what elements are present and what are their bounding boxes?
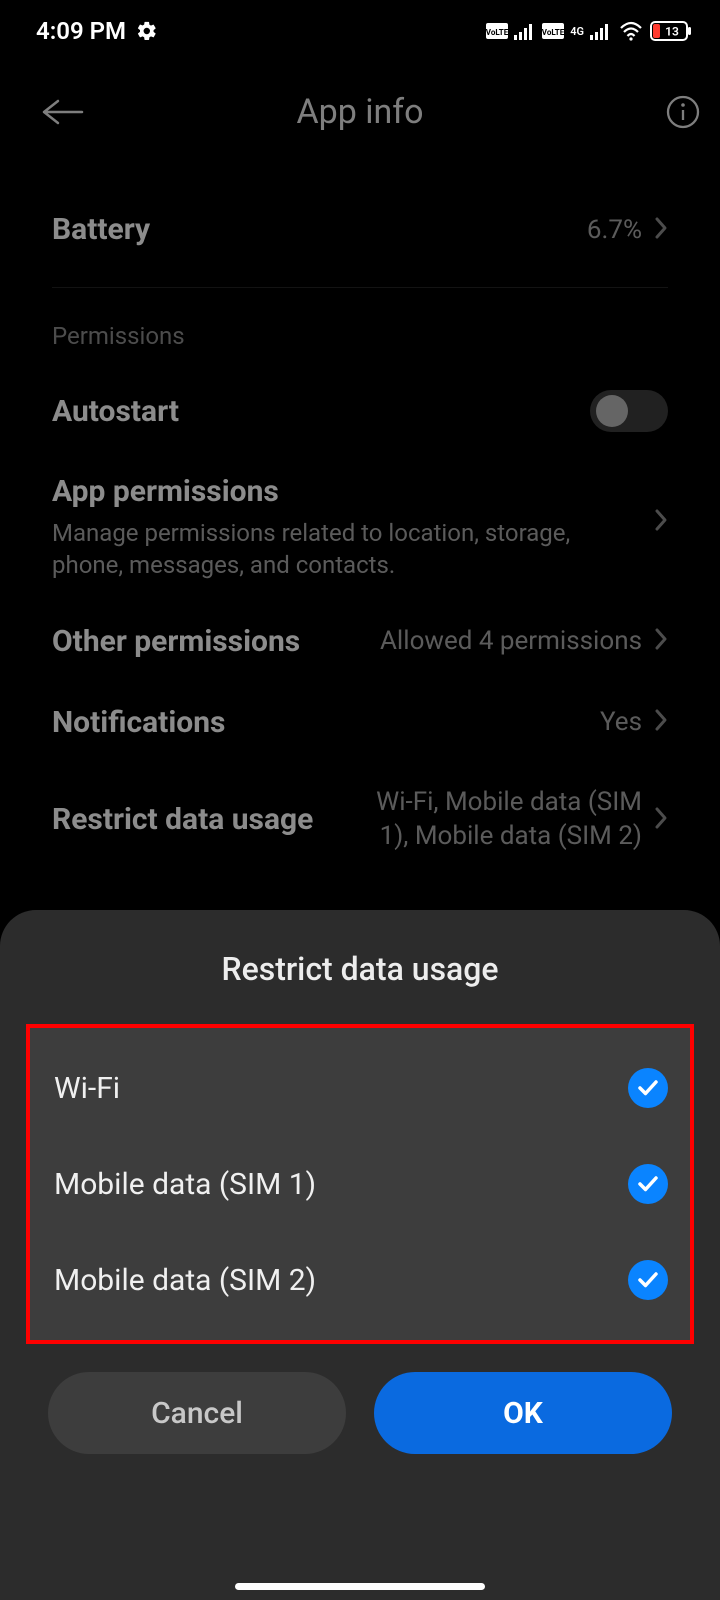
battery-label: Battery	[52, 212, 150, 247]
info-button[interactable]	[650, 95, 700, 129]
other-permissions-value: Allowed 4 permissions	[380, 626, 642, 656]
option-wifi[interactable]: Wi-Fi	[30, 1040, 690, 1136]
status-bar: 4:09 PM VoLTE VoLTE 4G 13	[0, 0, 720, 62]
option-sim1[interactable]: Mobile data (SIM 1)	[30, 1136, 690, 1232]
wifi-icon	[618, 21, 644, 41]
row-notifications[interactable]: Notifications Yes	[52, 705, 668, 740]
ok-button[interactable]: OK	[374, 1372, 672, 1454]
app-permissions-label: App permissions	[52, 474, 636, 509]
other-permissions-label: Other permissions	[52, 624, 300, 659]
row-restrict-data[interactable]: Restrict data usage Wi-Fi, Mobile data (…	[52, 786, 668, 854]
restrict-data-dialog: Restrict data usage Wi-Fi Mobile data (S…	[0, 910, 720, 1600]
autostart-label: Autostart	[52, 394, 179, 429]
chevron-right-icon	[654, 508, 668, 536]
settings-list: Battery 6.7% Permissions Autostart App p…	[0, 162, 720, 853]
volte-icon: VoLTE	[486, 23, 508, 39]
app-permissions-sub: Manage permissions related to location, …	[52, 517, 636, 582]
option-label: Mobile data (SIM 2)	[54, 1263, 316, 1298]
chevron-right-icon	[654, 216, 668, 244]
page-title: App info	[70, 92, 650, 132]
ok-label: OK	[503, 1396, 543, 1431]
row-autostart[interactable]: Autostart	[52, 390, 668, 432]
row-app-permissions[interactable]: App permissions Manage permissions relat…	[52, 474, 668, 582]
dialog-options-highlight: Wi-Fi Mobile data (SIM 1) Mobile data (S…	[26, 1024, 694, 1344]
row-other-permissions[interactable]: Other permissions Allowed 4 permissions	[52, 624, 668, 659]
chevron-right-icon	[654, 806, 668, 834]
battery-percent-text: 13	[665, 25, 679, 39]
battery-value: 6.7%	[587, 215, 642, 245]
title-bar: App info	[0, 62, 720, 162]
volte-icon-2: VoLTE	[542, 23, 564, 39]
option-label: Wi-Fi	[54, 1071, 120, 1106]
notifications-value: Yes	[600, 707, 642, 737]
check-icon	[628, 1260, 668, 1300]
notifications-label: Notifications	[52, 705, 225, 740]
autostart-toggle[interactable]	[590, 390, 668, 432]
status-time: 4:09 PM	[36, 17, 126, 45]
option-sim2[interactable]: Mobile data (SIM 2)	[30, 1232, 690, 1328]
restrict-value: Wi-Fi, Mobile data (SIM 1), Mobile data …	[348, 786, 642, 854]
row-battery[interactable]: Battery 6.7%	[52, 212, 668, 247]
svg-text:VoLTE: VoLTE	[542, 28, 564, 37]
permissions-section-title: Permissions	[52, 322, 668, 350]
home-indicator[interactable]	[235, 1583, 485, 1590]
signal-icon-1	[514, 22, 536, 40]
svg-text:VoLTE: VoLTE	[486, 28, 508, 37]
chevron-right-icon	[654, 627, 668, 655]
cancel-label: Cancel	[151, 1396, 243, 1431]
signal-icon-2	[590, 22, 612, 40]
gear-icon	[136, 20, 158, 42]
restrict-label: Restrict data usage	[52, 802, 313, 837]
option-label: Mobile data (SIM 1)	[54, 1167, 316, 1202]
battery-icon: 13	[650, 21, 692, 41]
cancel-button[interactable]: Cancel	[48, 1372, 346, 1454]
chevron-right-icon	[654, 708, 668, 736]
check-icon	[628, 1068, 668, 1108]
dialog-title: Restrict data usage	[0, 910, 720, 1024]
check-icon	[628, 1164, 668, 1204]
signal-4g-icon: 4G	[570, 25, 584, 38]
